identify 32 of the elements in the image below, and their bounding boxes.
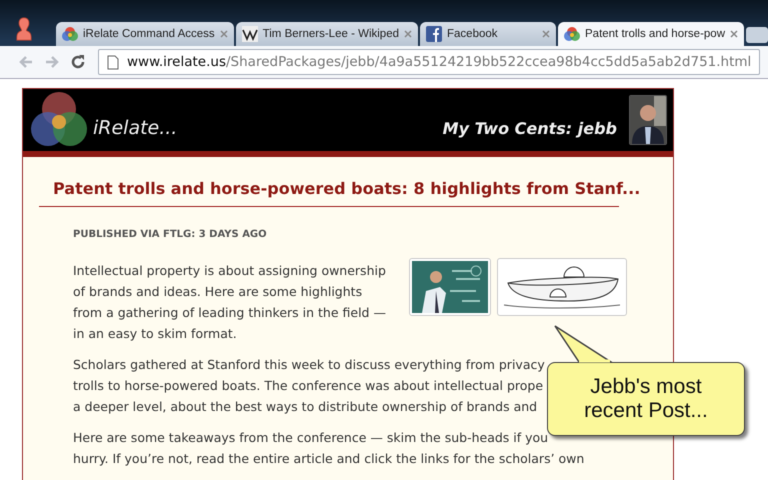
article-text: Intellectual property is about assigning ownership — [73, 262, 386, 280]
post-title[interactable]: Patent trolls and horse-powered boats: 8 highlights from Stanf... — [53, 179, 640, 198]
close-icon[interactable] — [220, 30, 228, 38]
post-meta: PUBLISHED VIA FTLG: 3 DAYS AGO — [73, 229, 268, 240]
reload-icon[interactable] — [70, 54, 86, 70]
close-icon[interactable] — [404, 30, 412, 38]
article-text: in an easy to skim format. — [73, 325, 237, 343]
article-text: from a gathering of leading thinkers in the field — — [73, 304, 386, 322]
address-bar[interactable]: www.irelate.us/SharedPackages/jebb/4a9a55124219bb522ccea98b4cc5dd5a5ab2d751.html — [98, 49, 760, 75]
article-text: hurry. If you’re not, read the entire article and click the links for the scholars’ own — [73, 450, 584, 468]
article-text: Scholars gathered at Stanford this week to discuss everything from privacy — [73, 356, 545, 374]
browser-tab[interactable]: iRelate Command Access — [56, 22, 234, 46]
article-text: trolls to horse-powered boats. The conference was about intellectual prope — [73, 377, 544, 395]
page-icon — [107, 54, 119, 70]
forward-icon[interactable] — [44, 54, 60, 70]
circles-icon — [564, 26, 580, 42]
new-tab-button[interactable] — [746, 27, 768, 43]
blog-title: My Two Cents: jebb — [442, 118, 617, 138]
article-text: a deeper level, about the best ways to distribute ownership of brands and — [73, 398, 538, 416]
article-text: Here are some takeaways from the conference — skim the sub-heads if you — [73, 429, 548, 447]
back-icon[interactable] — [18, 54, 34, 70]
browser-tab[interactable]: Patent trolls and horse-pow — [558, 22, 744, 46]
wikipedia-icon — [242, 26, 258, 42]
site-logo[interactable]: iRelate... — [93, 117, 178, 139]
close-icon[interactable] — [730, 30, 738, 38]
facebook-icon — [426, 26, 442, 42]
circles-icon — [62, 26, 78, 42]
article-text: of brands and ideas. Here are some highlights — [73, 283, 362, 301]
browser-tab[interactable]: Facebook — [420, 22, 556, 46]
browser-tab[interactable]: Tim Berners-Lee - Wikiped — [236, 22, 418, 46]
callout-text: Jebb's most recent Post... — [583, 375, 709, 423]
close-icon[interactable] — [542, 30, 550, 38]
